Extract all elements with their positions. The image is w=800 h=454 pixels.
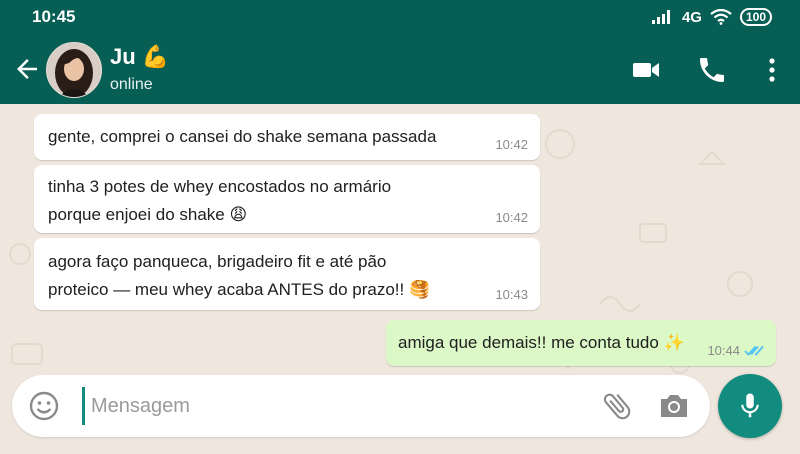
message-meta: 10:42 [495, 211, 528, 225]
avatar[interactable] [46, 42, 102, 98]
more-vert-icon[interactable] [756, 54, 788, 86]
wifi-icon [710, 9, 732, 25]
contact-status: online [110, 76, 153, 93]
attach-clip-icon[interactable] [600, 389, 634, 423]
camera-icon[interactable] [658, 391, 690, 421]
message-input[interactable] [82, 387, 562, 425]
message-bubble-incoming[interactable]: tinha 3 potes de whey encostados no armá… [34, 165, 540, 233]
message-text: gente, comprei o cansei do shake semana … [48, 127, 437, 146]
mic-button[interactable] [718, 374, 782, 438]
message-time: 10:43 [495, 287, 528, 302]
video-call-icon[interactable] [630, 54, 662, 86]
double-check-read-icon [744, 345, 764, 356]
message-text-line: tinha 3 potes de whey encostados no armá… [48, 177, 392, 196]
signal-icon [651, 10, 670, 24]
mic-icon [741, 393, 759, 418]
message-time: 10:42 [495, 137, 528, 152]
message-text-line: porque enjoei do shake 😩 [48, 205, 248, 224]
message-meta: 10:43 [495, 288, 528, 302]
message-time: 10:44 [707, 343, 740, 358]
message-bubble-incoming[interactable]: gente, comprei o cansei do shake semana … [34, 114, 540, 160]
message-bubble-incoming[interactable]: agora faço panqueca, brigadeiro fit e at… [34, 238, 540, 310]
message-bubble-outgoing[interactable]: amiga que demais!! me conta tudo ✨ 10:44 [386, 320, 776, 366]
avatar-image [47, 43, 101, 97]
chat-header: Ju 💪 online [0, 34, 800, 104]
status-bar: 10:45 4G 100 [0, 0, 800, 34]
message-text-line: agora faço panqueca, brigadeiro fit e at… [48, 252, 387, 271]
status-time: 10:45 [32, 7, 76, 26]
message-text-line: proteico — meu whey acaba ANTES do prazo… [48, 280, 431, 299]
network-type: 4G [681, 8, 702, 26]
phone-icon[interactable] [696, 54, 728, 86]
contact-name-text: Ju 💪 [110, 44, 170, 69]
message-composer [12, 375, 710, 437]
emoji-icon[interactable] [28, 390, 60, 422]
contact-name[interactable]: Ju 💪 [110, 44, 169, 70]
message-meta: 10:42 [495, 138, 528, 152]
message-meta: 10:44 [707, 344, 764, 358]
back-arrow-icon[interactable] [12, 54, 42, 84]
message-time: 10:42 [495, 210, 528, 225]
battery-indicator: 100 [739, 8, 772, 26]
status-icons: 4G 100 [651, 8, 772, 26]
